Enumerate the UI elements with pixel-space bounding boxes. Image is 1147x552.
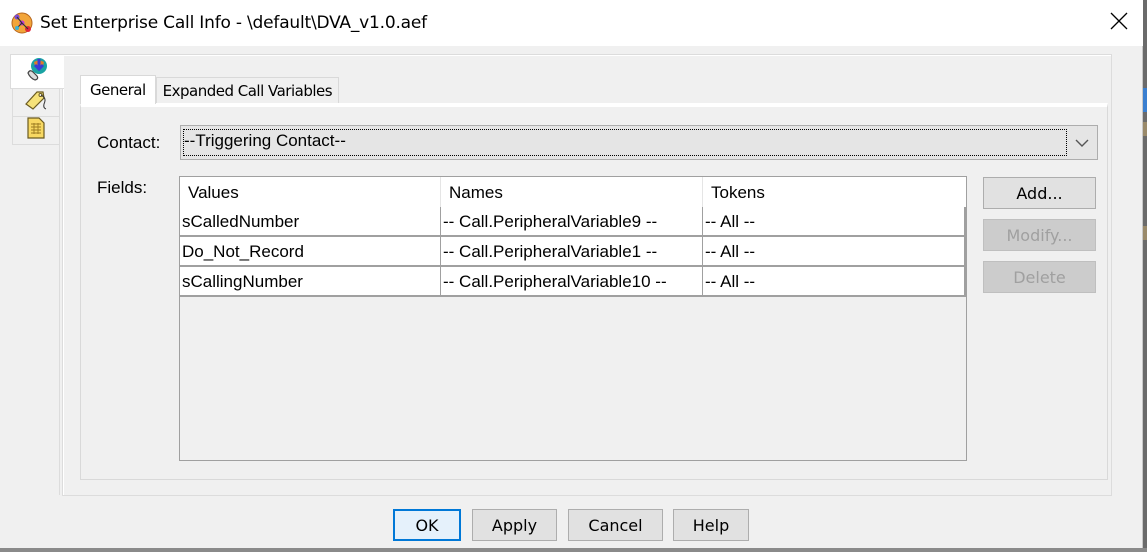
side-tab-strip [10,54,64,145]
apply-button[interactable]: Apply [472,509,557,541]
contact-label: Contact: [97,133,161,152]
cell-token: -- All -- [703,237,966,265]
column-header-values[interactable]: Values [180,177,441,207]
column-header-names[interactable]: Names [441,177,703,207]
call-contact-icon [25,56,51,87]
chevron-down-icon[interactable] [1073,135,1091,151]
delete-button[interactable]: Delete [983,261,1096,293]
fields-label: Fields: [97,178,148,197]
table-row[interactable]: sCalledNumber -- Call.PeripheralVariable… [180,207,966,237]
title-bar[interactable]: Set Enterprise Call Info - \default\DVA_… [0,0,1143,46]
add-button[interactable]: Add... [983,177,1096,209]
help-button[interactable]: Help [673,509,749,541]
tab-expanded-call-variables[interactable]: Expanded Call Variables [155,77,340,103]
side-tab-document[interactable] [12,117,60,145]
cell-name: -- Call.PeripheralVariable9 -- [441,207,703,235]
table-header: Values Names Tokens [180,177,966,207]
fields-table[interactable]: Values Names Tokens sCalledNumber -- Cal… [179,176,967,461]
tab-general[interactable]: General [80,75,156,104]
close-button[interactable] [1100,6,1138,40]
tag-icon [23,88,49,117]
contact-dropdown[interactable]: --Triggering Contact-- [180,125,1098,160]
dialog-window: Set Enterprise Call Info - \default\DVA_… [0,0,1143,548]
cell-value: Do_Not_Record [180,237,441,265]
table-row[interactable]: sCallingNumber -- Call.PeripheralVariabl… [180,267,966,297]
cancel-button[interactable]: Cancel [568,509,663,541]
cell-value: sCalledNumber [180,207,441,235]
side-tab-strip-border [10,145,60,495]
cell-name: -- Call.PeripheralVariable10 -- [441,267,703,295]
table-body: sCalledNumber -- Call.PeripheralVariable… [180,207,966,297]
side-tab-tag[interactable] [12,89,60,117]
desktop-background [1143,0,1147,552]
window-title: Set Enterprise Call Info - \default\DVA_… [40,13,427,33]
close-icon [1110,12,1128,35]
cell-name: -- Call.PeripheralVariable1 -- [441,237,703,265]
column-header-tokens[interactable]: Tokens [703,177,966,207]
table-row[interactable]: Do_Not_Record -- Call.PeripheralVariable… [180,237,966,267]
desktop-detail [1143,122,1147,136]
document-icon [25,116,47,145]
contact-dropdown-value: --Triggering Contact-- [184,131,346,150]
ok-button[interactable]: OK [393,509,461,541]
side-tab-general[interactable] [10,54,64,89]
desktop-detail [1143,226,1147,240]
desktop-background [0,548,1147,552]
cell-token: -- All -- [703,267,966,295]
cell-value: sCallingNumber [180,267,441,295]
script-editor-icon [10,11,34,35]
cell-token: -- All -- [703,207,966,235]
modify-button[interactable]: Modify... [983,219,1096,251]
tab-strip: General Expanded Call Variables [80,75,340,104]
desktop-detail [1143,88,1147,112]
